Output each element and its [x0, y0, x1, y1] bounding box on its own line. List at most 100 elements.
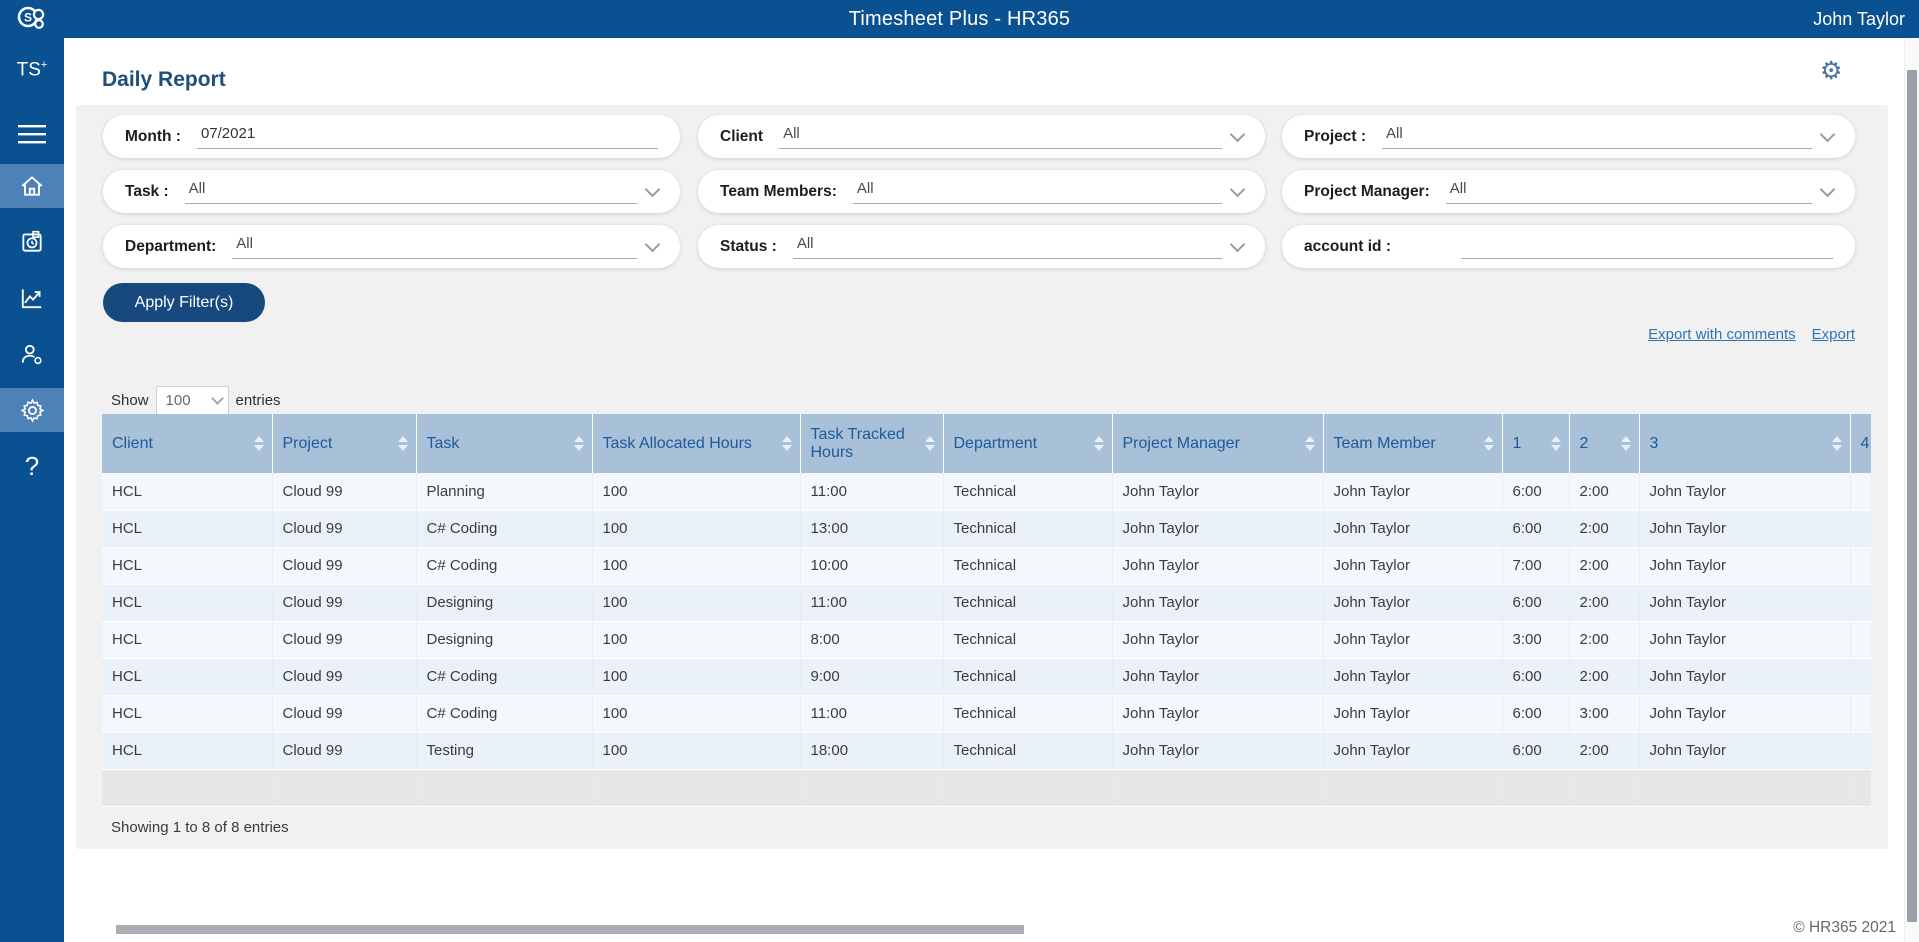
sidebar-item-team[interactable] [0, 332, 64, 376]
table-scroll-container: Client Project Task Task Allocated Hou [102, 414, 1871, 807]
apply-filters-button[interactable]: Apply Filter(s) [103, 283, 265, 322]
column-header[interactable]: Client [102, 414, 272, 473]
cell-day-4 [1850, 510, 1871, 547]
cell-department: Technical [943, 695, 1112, 732]
horizontal-scrollbar-thumb[interactable] [116, 925, 1024, 934]
cell-day-2: 2:00 [1569, 584, 1639, 621]
sort-arrows-icon [1551, 436, 1561, 451]
sort-arrows-icon [1832, 436, 1842, 451]
column-header[interactable]: Task Tracked Hours [800, 414, 943, 473]
cell-task-tracked-hours: 9:00 [800, 658, 943, 695]
client-select[interactable]: All [779, 125, 1222, 149]
cell-day-2: 2:00 [1569, 621, 1639, 658]
account-id-label: account id : [1304, 238, 1391, 256]
month-input[interactable]: 07/2021 [197, 125, 658, 149]
cell-day-1: 6:00 [1502, 473, 1569, 510]
project-select[interactable]: All [1382, 125, 1812, 149]
cell-day-4 [1850, 695, 1871, 732]
table-row: HCL Cloud 99 Designing 100 11:00 Technic… [102, 584, 1871, 621]
filter-card-client: Client All [698, 115, 1265, 158]
month-label: Month : [125, 128, 181, 146]
column-header[interactable]: 1 [1502, 414, 1569, 473]
cell-task-tracked-hours: 11:00 [800, 584, 943, 621]
sidebar-item-menu[interactable] [0, 112, 64, 156]
sidebar-item-home[interactable] [0, 164, 64, 208]
cell-team-member: John Taylor [1323, 510, 1502, 547]
export-with-comments-link[interactable]: Export with comments [1648, 326, 1796, 343]
chevron-down-icon [1230, 127, 1246, 143]
cell-day-3: John Taylor [1639, 473, 1850, 510]
filter-card-project-manager: Project Manager: All [1282, 170, 1855, 213]
app-title: Timesheet Plus - HR365 [0, 0, 1919, 38]
sort-arrows-icon [254, 436, 264, 451]
cell-day-3: John Taylor [1639, 510, 1850, 547]
column-header[interactable]: 4 [1850, 414, 1871, 473]
cell-day-4 [1850, 621, 1871, 658]
vertical-scrollbar-track [1904, 38, 1919, 942]
chart-icon [19, 285, 45, 311]
project-manager-select[interactable]: All [1446, 180, 1812, 204]
column-header[interactable]: 2 [1569, 414, 1639, 473]
column-header-label: Project [283, 435, 333, 452]
sort-arrows-icon [1094, 436, 1104, 451]
column-header[interactable]: Task Allocated Hours [592, 414, 800, 473]
chevron-down-icon [1230, 237, 1246, 253]
hamburger-icon [18, 124, 46, 144]
export-links: Export with comments Export [1648, 326, 1855, 343]
column-header[interactable]: 3 [1639, 414, 1850, 473]
column-header[interactable]: Project [272, 414, 416, 473]
column-header[interactable]: Team Member [1323, 414, 1502, 473]
column-header[interactable]: Project Manager [1112, 414, 1323, 473]
team-members-select[interactable]: All [853, 180, 1222, 204]
filter-card-account-id: account id : [1282, 225, 1855, 268]
page-size-select[interactable]: 100 [156, 386, 229, 415]
cell-client: HCL [102, 547, 272, 584]
cell-day-2: 2:00 [1569, 732, 1639, 769]
cell-client: HCL [102, 621, 272, 658]
cell-department: Technical [943, 510, 1112, 547]
vertical-scrollbar-thumb[interactable] [1907, 70, 1917, 922]
cell-client: HCL [102, 510, 272, 547]
department-label: Department: [125, 238, 216, 256]
status-select[interactable]: All [793, 235, 1222, 259]
user-menu[interactable]: John Taylor [1813, 0, 1905, 38]
filter-card-task: Task : All [103, 170, 680, 213]
daily-report-table: Client Project Task Task Allocated Hou [102, 414, 1871, 807]
export-link[interactable]: Export [1812, 326, 1855, 343]
task-label: Task : [125, 183, 169, 201]
main-content: Daily Report ⚙ Month : 07/2021 Client Al… [64, 38, 1904, 942]
task-select[interactable]: All [185, 180, 637, 204]
cell-day-4 [1850, 584, 1871, 621]
cell-team-member: John Taylor [1323, 658, 1502, 695]
project-label: Project : [1304, 128, 1366, 146]
column-header[interactable]: Department [943, 414, 1112, 473]
client-label: Client [720, 128, 763, 146]
cell-task-allocated-hours: 100 [592, 510, 800, 547]
cell-day-1: 6:00 [1502, 732, 1569, 769]
cell-project: Cloud 99 [272, 658, 416, 695]
page-settings-gear-icon[interactable]: ⚙ [1814, 58, 1848, 85]
table-row: HCL Cloud 99 C# Coding 100 13:00 Technic… [102, 510, 1871, 547]
cell-day-3: John Taylor [1639, 732, 1850, 769]
question-icon: ? [25, 451, 39, 482]
sidebar-item-timesheet[interactable] [0, 220, 64, 264]
column-header[interactable]: Task [416, 414, 592, 473]
sort-arrows-icon [398, 436, 408, 451]
cell-task-tracked-hours: 13:00 [800, 510, 943, 547]
table-header-row: Client Project Task Task Allocated Hou [102, 414, 1871, 473]
cell-team-member: John Taylor [1323, 732, 1502, 769]
sidebar-item-help[interactable]: ? [0, 444, 64, 488]
cell-task: Planning [416, 473, 592, 510]
cell-client: HCL [102, 584, 272, 621]
team-members-label: Team Members: [720, 183, 837, 201]
page-size-value: 100 [166, 392, 191, 409]
cell-project: Cloud 99 [272, 584, 416, 621]
filter-card-team-members: Team Members: All [698, 170, 1265, 213]
page-title: Daily Report [102, 68, 226, 92]
cell-project-manager: John Taylor [1112, 658, 1323, 695]
sidebar-item-reports[interactable] [0, 276, 64, 320]
department-select[interactable]: All [232, 235, 637, 259]
chevron-down-icon [645, 237, 661, 253]
account-id-input[interactable] [1461, 235, 1833, 259]
sidebar-item-settings[interactable] [0, 388, 64, 432]
